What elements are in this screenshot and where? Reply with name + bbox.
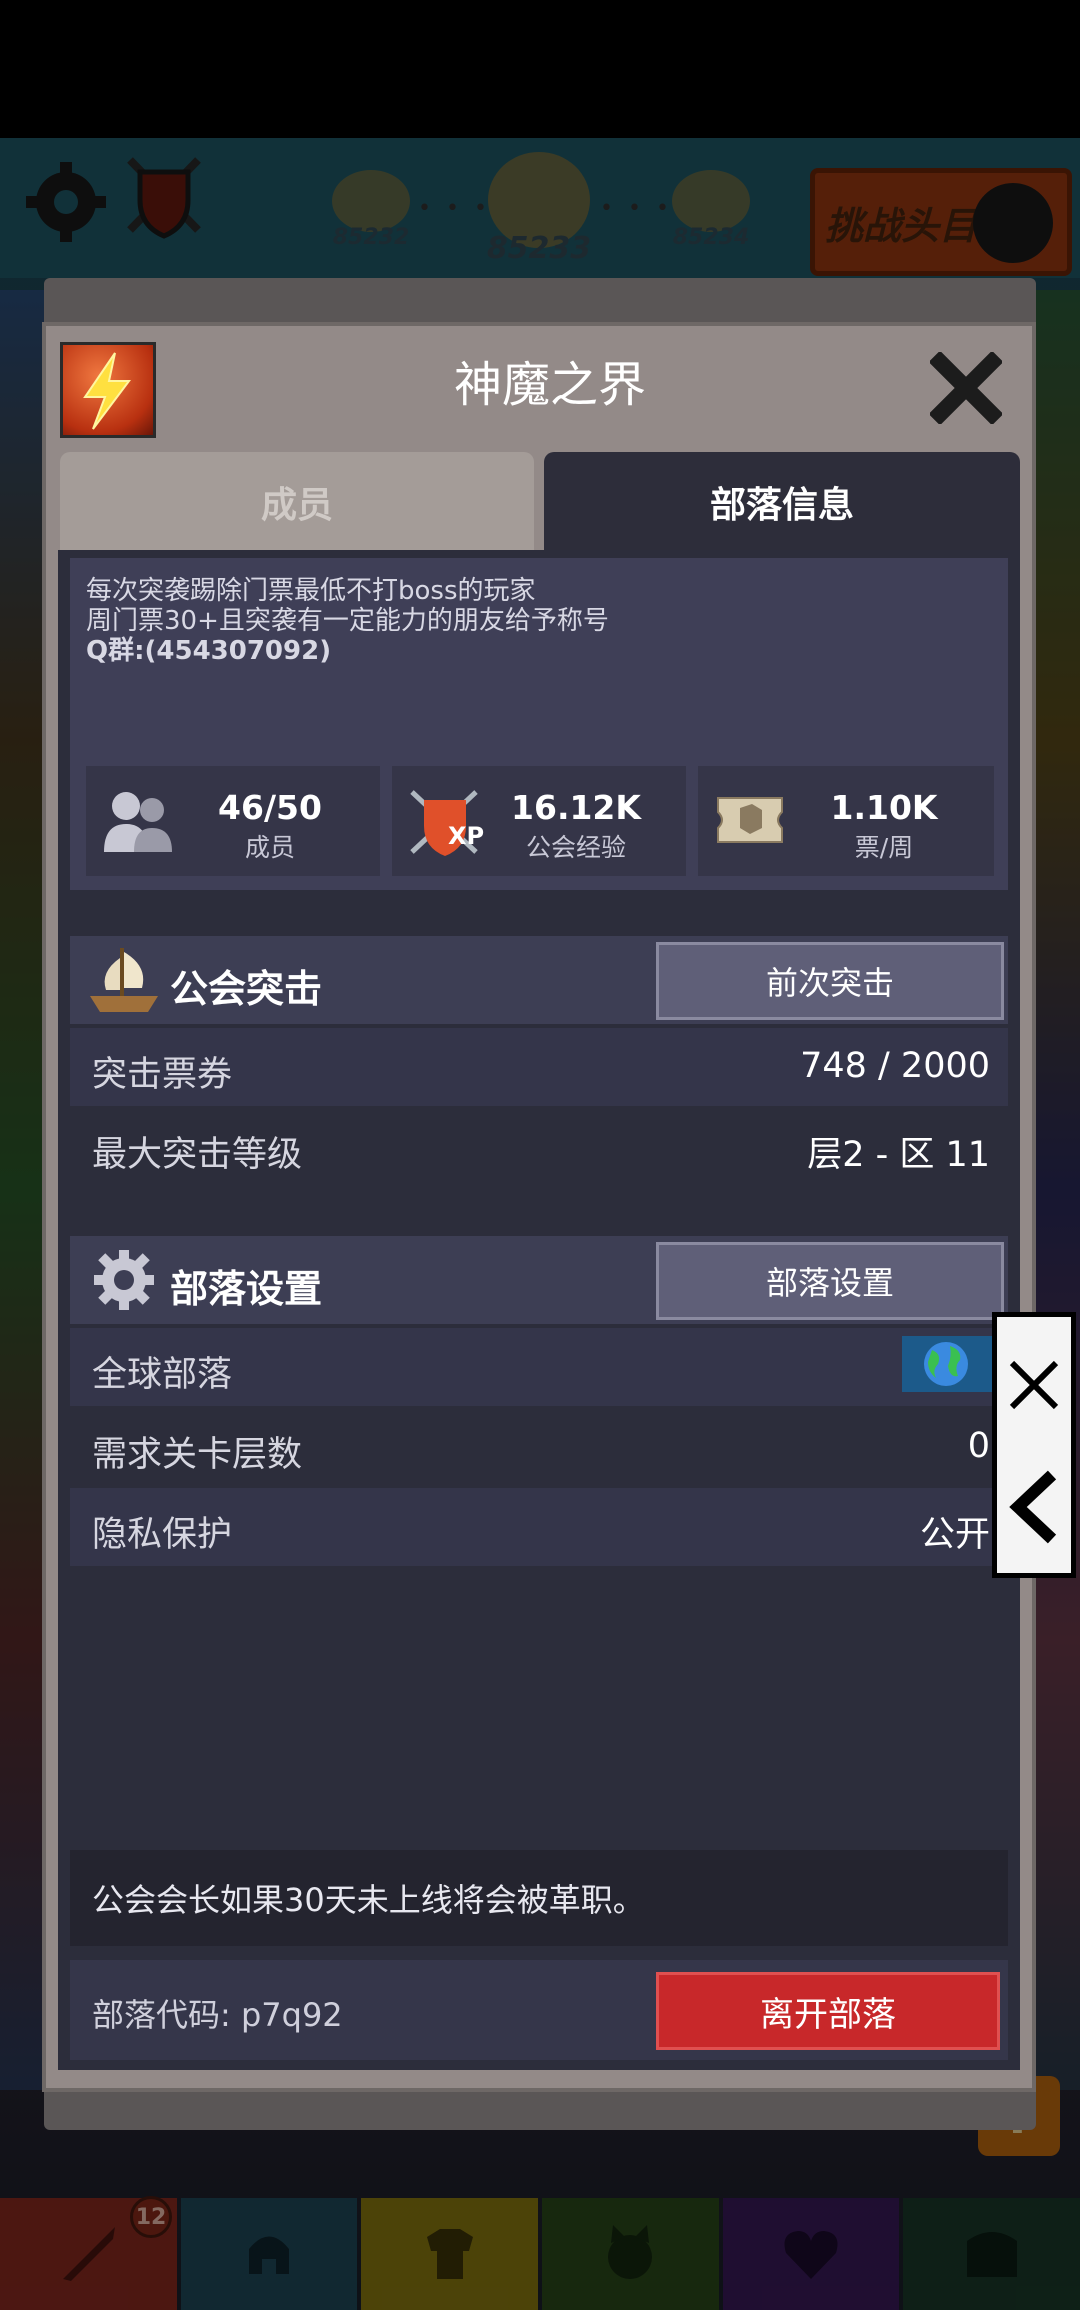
dialog-title: 神魔之界 [453, 357, 646, 413]
privacy-value: 公开 [919, 1515, 990, 1555]
max-raid-level-value: 层2 - 区 11 [807, 1135, 990, 1175]
raid-tickets-value: 748 / 2000 [800, 1046, 990, 1086]
floating-nav-widget [992, 1312, 1076, 1578]
max-raid-level-label: 最大突击等级 [92, 1135, 303, 1175]
ticket-icon [717, 797, 783, 843]
global-tribe-row: 全球部落 [70, 1328, 1008, 1406]
tab-members[interactable]: 成员 [60, 452, 534, 552]
ship-icon [90, 948, 158, 1012]
raid-section-title: 公会突击 [170, 967, 323, 1011]
required-level-row: 需求关卡层数 0 [70, 1408, 1008, 1486]
privacy-row: 隐私保护 公开 [70, 1488, 1008, 1566]
close-icon[interactable] [930, 352, 1002, 424]
settings-section-title: 部落设置 [170, 1267, 323, 1311]
global-tribe-label: 全球部落 [92, 1355, 233, 1395]
floating-back-button[interactable] [997, 1447, 1071, 1567]
tribe-code: 部落代码: p7q92 [92, 1996, 343, 2034]
chevron-left-icon [1009, 1470, 1057, 1544]
stat-value-xp: 16.12K [511, 788, 641, 827]
previous-raid-button[interactable]: 前次突击 [656, 942, 1004, 1020]
close-icon [1009, 1360, 1059, 1410]
notice-text: 公会会长如果30天未上线将会被革职。 [92, 1881, 645, 1919]
xp-shield-icon: XP [410, 790, 484, 856]
floating-close-button[interactable] [997, 1325, 1071, 1445]
members-icon [104, 792, 172, 852]
stat-label-tickets: 票/周 [854, 833, 914, 862]
tribe-settings-button[interactable]: 部落设置 [656, 1242, 1004, 1320]
description-line: Q群:(454307092) [86, 636, 332, 666]
max-raid-level-row: 最大突击等级 层2 - 区 11 [70, 1108, 1008, 1186]
raid-tickets-row: 突击票券 748 / 2000 [70, 1028, 1008, 1106]
svg-text:XP: XP [448, 822, 484, 850]
gear-icon [94, 1250, 154, 1310]
stat-label-xp: 公会经验 [525, 833, 626, 862]
stat-value-members: 46/50 [218, 788, 322, 827]
guild-emblem [60, 342, 156, 438]
required-level-label: 需求关卡层数 [92, 1435, 303, 1475]
stat-value-tickets: 1.10K [830, 788, 938, 827]
privacy-label: 隐私保护 [92, 1515, 233, 1555]
stat-label-members: 成员 [244, 833, 295, 862]
required-level-value: 0 [967, 1426, 990, 1466]
leader-inactivity-notice: 公会会长如果30天未上线将会被革职。 [70, 1850, 1008, 1946]
leave-tribe-button[interactable]: 离开部落 [656, 1972, 1000, 2050]
lightning-icon [83, 352, 131, 430]
tab-tribe-info[interactable]: 部落信息 [544, 452, 1020, 552]
globe-icon [902, 1336, 992, 1392]
raid-tickets-label: 突击票券 [92, 1055, 233, 1095]
